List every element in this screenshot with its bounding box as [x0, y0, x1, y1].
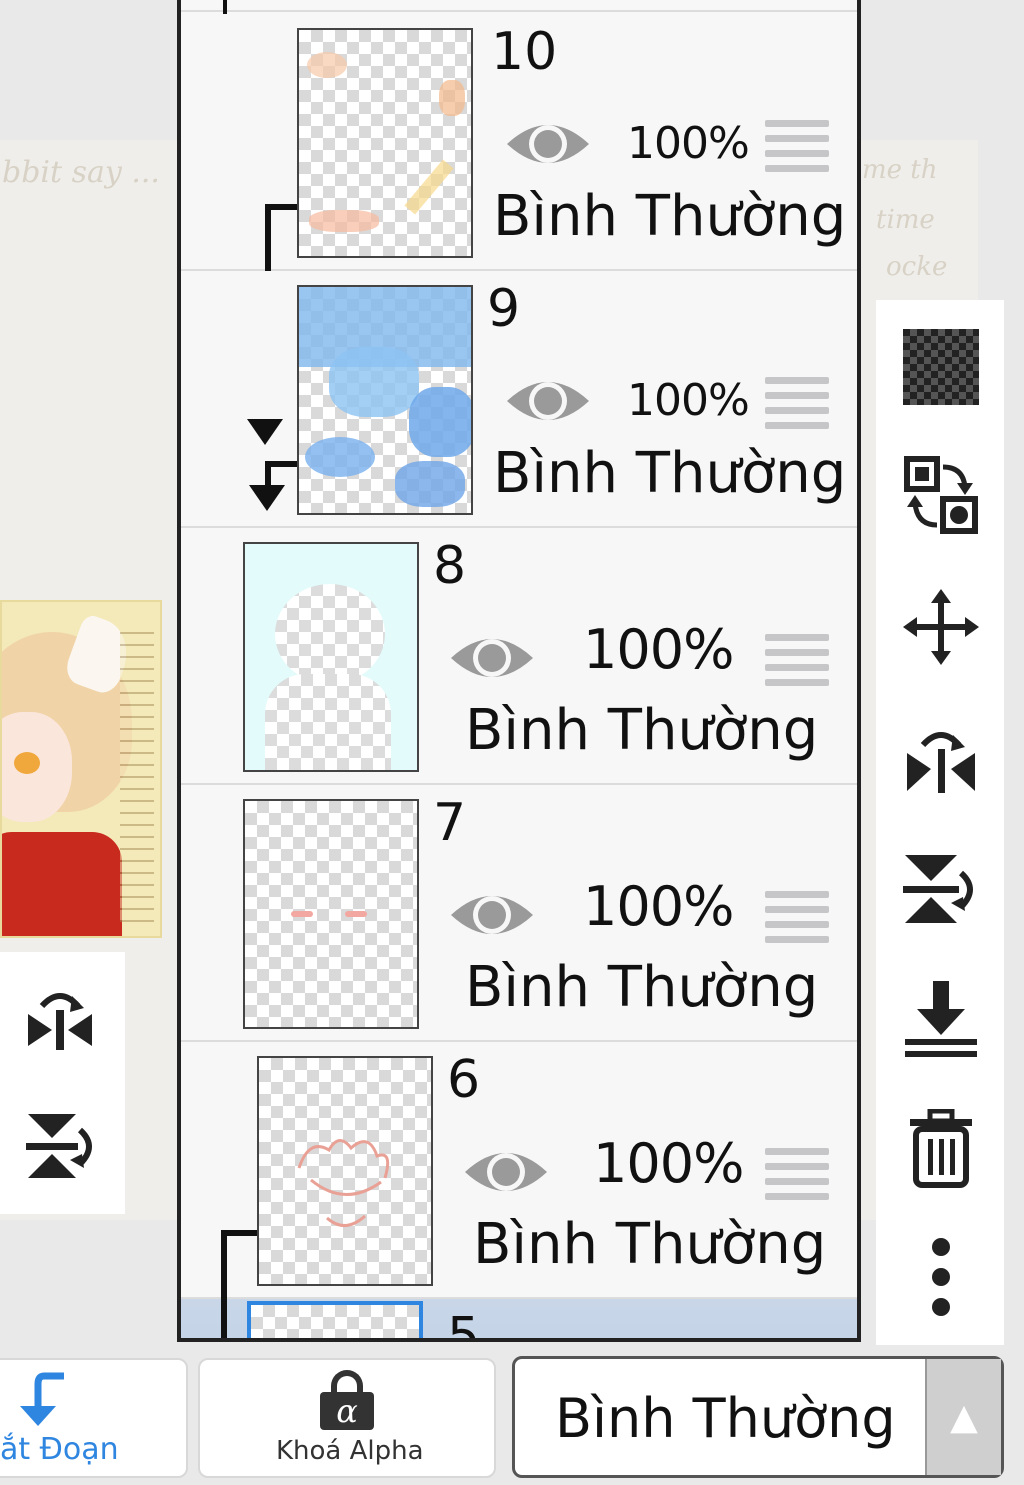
layer-row-previous	[181, 0, 857, 12]
clip-arrow-icon	[20, 1372, 64, 1426]
layer-thumbnail	[257, 1056, 433, 1286]
reference-text-block	[120, 622, 154, 922]
eye-icon[interactable]	[461, 1142, 551, 1202]
layer-opacity: 100%	[583, 875, 734, 938]
blend-mode-select[interactable]: Bình Thường ▲	[512, 1356, 1004, 1478]
layer-number: 10	[491, 22, 558, 82]
lock-icon: α	[320, 1370, 374, 1430]
more-vertical-icon[interactable]	[898, 1234, 984, 1320]
layer-number: 5	[447, 1307, 481, 1342]
canvas-text: bbit say ...	[2, 155, 160, 190]
checkerboard-icon[interactable]	[898, 324, 984, 410]
eye-icon[interactable]	[447, 628, 537, 688]
canvas-text: me th	[862, 155, 938, 185]
clip-connector	[267, 204, 297, 210]
eye-icon[interactable]	[503, 371, 593, 431]
clip-arrow-icon	[249, 485, 285, 511]
layer-number: 7	[433, 793, 467, 853]
layer-row[interactable]: 7 100% Bình Thường	[181, 785, 857, 1042]
drag-handle-icon[interactable]	[765, 891, 829, 943]
clipping-label: ắt Đoạn	[0, 1432, 119, 1467]
layer-thumbnail	[243, 542, 419, 772]
trash-icon[interactable]	[898, 1106, 984, 1192]
reference-image[interactable]	[0, 600, 162, 938]
layer-row[interactable]: 10 100% Bình Thường	[181, 14, 857, 442]
reference-body	[2, 832, 122, 936]
canvas-text: time	[876, 205, 935, 235]
swap-layers-icon[interactable]	[898, 452, 984, 538]
merge-down-icon[interactable]	[898, 976, 984, 1062]
layer-row[interactable]: 9 100% Bình Thường	[181, 271, 857, 528]
layer-number: 9	[487, 279, 521, 339]
layer-number: 6	[447, 1050, 481, 1110]
blend-mode-value: Bình Thường	[555, 1387, 896, 1450]
layer-thumbnail	[247, 1301, 423, 1338]
layer-blend-mode: Bình Thường	[465, 698, 819, 763]
layer-blend-mode: Bình Thường	[493, 441, 847, 506]
layer-opacity: 100%	[583, 618, 734, 681]
clip-connector	[221, 1299, 227, 1338]
eye-icon[interactable]	[447, 885, 537, 945]
move-icon[interactable]	[898, 584, 984, 670]
layer-opacity: 100%	[627, 375, 750, 426]
layer-thumbnail	[297, 28, 473, 258]
flip-horizontal-icon[interactable]	[20, 980, 100, 1060]
canvas-text: ocke	[886, 252, 948, 282]
layer-panel: 10 100% Bình Thường 9 100% Bình Thường 8…	[177, 0, 861, 1342]
flip-horizontal-icon[interactable]	[898, 716, 984, 802]
drag-handle-icon[interactable]	[765, 1148, 829, 1200]
layer-opacity: 100%	[593, 1132, 744, 1195]
eye-icon[interactable]	[503, 114, 593, 174]
alpha-lock-button[interactable]: α Khoá Alpha	[198, 1358, 496, 1478]
layer-number: 8	[433, 536, 467, 596]
layer-thumbnail	[243, 799, 419, 1029]
clip-connector	[269, 461, 297, 467]
drag-handle-icon[interactable]	[765, 120, 829, 172]
alpha-symbol: α	[320, 1392, 374, 1430]
alpha-lock-label: Khoá Alpha	[276, 1436, 424, 1466]
dropdown-arrow-icon[interactable]: ▲	[925, 1359, 1001, 1475]
flip-vertical-icon[interactable]	[20, 1106, 100, 1186]
layer-blend-mode: Bình Thường	[493, 184, 847, 249]
layer-row[interactable]: 8 100% Bình Thường	[181, 528, 857, 785]
layer-row[interactable]: 6 100% Bình Thường	[181, 1042, 857, 1338]
drag-handle-icon[interactable]	[765, 377, 829, 429]
layer-opacity: 100%	[627, 118, 750, 169]
clipping-button[interactable]: ắt Đoạn	[0, 1358, 188, 1478]
flip-vertical-icon[interactable]	[898, 846, 984, 932]
layer-thumbnail	[297, 285, 473, 515]
right-toolbar	[876, 300, 1004, 1345]
reference-eye	[14, 752, 40, 774]
drag-handle-icon[interactable]	[765, 634, 829, 686]
left-toolbar	[0, 952, 125, 1214]
clip-arrow-icon	[247, 419, 283, 445]
layer-blend-mode: Bình Thường	[465, 955, 819, 1020]
layer-row-selected[interactable]: 5	[181, 1299, 857, 1342]
layer-blend-mode: Bình Thường	[473, 1212, 827, 1277]
clip-connector	[223, 1230, 257, 1236]
